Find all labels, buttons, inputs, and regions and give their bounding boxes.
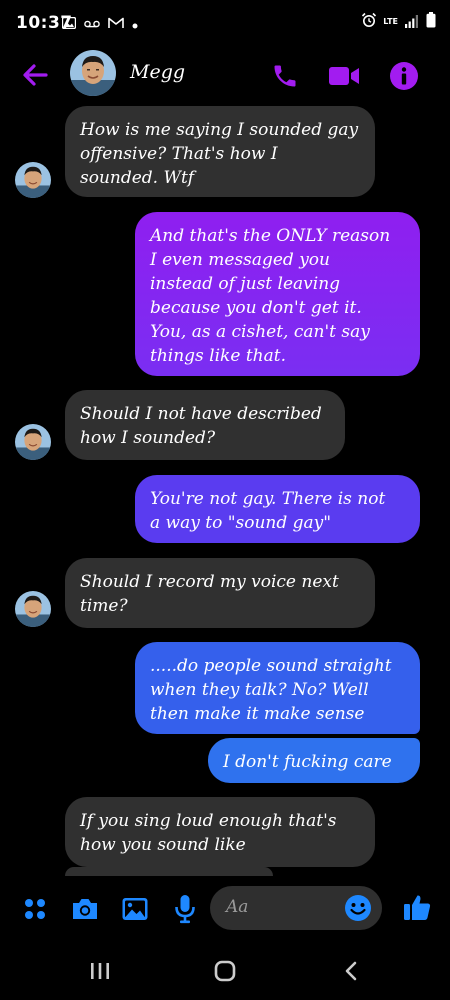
- microphone-icon[interactable]: [170, 894, 200, 924]
- message-input-placeholder: Aa: [226, 897, 249, 917]
- back-arrow-icon[interactable]: [18, 58, 52, 92]
- notification-icons: [61, 14, 138, 33]
- image-icon[interactable]: [120, 894, 150, 924]
- system-nav-bar: [0, 940, 450, 1000]
- info-icon[interactable]: [384, 56, 424, 96]
- message-bubble-partial: [65, 867, 273, 876]
- system-status-icons: LTE: [361, 12, 436, 32]
- message-bubble-outgoing[interactable]: And that's the ONLY reason I even messag…: [135, 212, 420, 376]
- contact-avatar[interactable]: [70, 50, 116, 96]
- camera-icon[interactable]: [70, 894, 100, 924]
- dot-icon: [132, 14, 138, 33]
- message-bubble-outgoing[interactable]: I don't fucking care: [208, 738, 420, 783]
- emoji-icon[interactable]: [344, 894, 372, 926]
- status-bar: 10:37 LTE: [0, 0, 450, 48]
- network-type: LTE: [383, 17, 398, 26]
- thumbs-up-icon[interactable]: [402, 892, 432, 922]
- battery-icon: [426, 12, 436, 32]
- home-icon[interactable]: [210, 958, 240, 984]
- contact-avatar-small[interactable]: [15, 591, 51, 627]
- contact-name[interactable]: Megg: [130, 61, 185, 83]
- message-bubble-incoming[interactable]: If you sing loud enough that's how you s…: [65, 797, 375, 867]
- gmail-icon: [108, 14, 124, 33]
- message-bubble-incoming[interactable]: Should I record my voice next time?: [65, 558, 375, 628]
- phone-icon[interactable]: [265, 56, 305, 96]
- message-bubble-incoming[interactable]: Should I not have described how I sounde…: [65, 390, 345, 460]
- conversation-header: Megg: [0, 48, 450, 106]
- message-bubble-outgoing[interactable]: You're not gay. There is not a way to "s…: [135, 475, 420, 543]
- contact-avatar-small[interactable]: [15, 162, 51, 198]
- voicemail-icon: [84, 14, 100, 33]
- recent-apps-icon[interactable]: [85, 958, 115, 984]
- alarm-icon: [361, 12, 377, 32]
- message-bubble-incoming[interactable]: How is me saying I sounded gay offensive…: [65, 106, 375, 197]
- apps-grid-icon[interactable]: [20, 894, 50, 924]
- video-icon[interactable]: [324, 56, 364, 96]
- contact-avatar-small[interactable]: [15, 424, 51, 460]
- message-bubble-outgoing[interactable]: .....do people sound straight when they …: [135, 642, 420, 734]
- back-icon[interactable]: [336, 958, 366, 984]
- message-input[interactable]: Aa: [210, 886, 382, 930]
- message-composer: Aa: [0, 876, 450, 940]
- gallery-icon: [61, 14, 77, 33]
- signal-icon: [404, 13, 420, 32]
